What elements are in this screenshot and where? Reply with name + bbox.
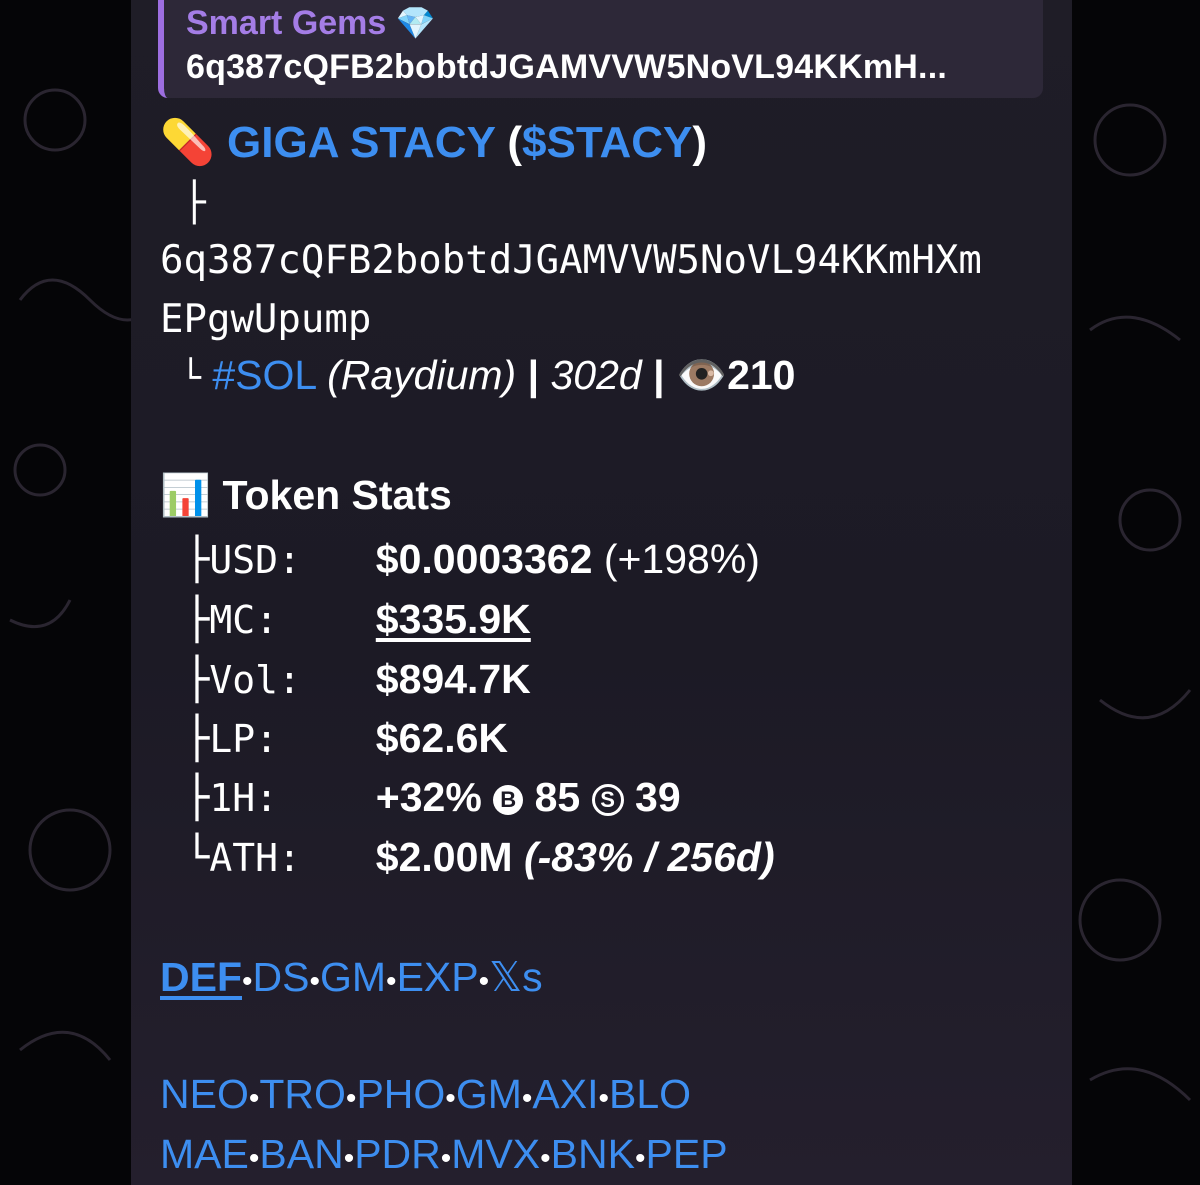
stat-label: ATH: bbox=[209, 836, 301, 880]
stat-value: $894.7K bbox=[375, 656, 531, 702]
tree-end: └ bbox=[160, 358, 201, 398]
stats-heading: 📊 Token Stats bbox=[160, 472, 452, 520]
stat-row-vol: ├Vol: $894.7K bbox=[160, 655, 531, 703]
views-count: 210 bbox=[727, 352, 796, 398]
link-gm2[interactable]: GM bbox=[456, 1071, 522, 1117]
token-title: 💊 GIGA STACY ($STACY) bbox=[160, 118, 708, 167]
mc-value-link[interactable]: $335.9K bbox=[376, 596, 531, 642]
stat-ath-change: (-83% / 256d) bbox=[523, 834, 775, 880]
chain-hashtag[interactable]: #SOL bbox=[212, 352, 315, 398]
link-axi[interactable]: AXI bbox=[532, 1071, 598, 1117]
tree-branch-icon: ├ bbox=[160, 535, 210, 583]
tree-branch: ├ bbox=[160, 180, 206, 224]
sells-count: 39 bbox=[635, 774, 681, 820]
token-address-line2[interactable]: EPgwUpump bbox=[160, 297, 371, 342]
buys-icon: B bbox=[493, 785, 524, 815]
primary-links: DEF•DS•GM•EXP•𝕏s bbox=[160, 954, 543, 1000]
stat-label: LP: bbox=[209, 717, 279, 761]
dex-name: (Raydium) bbox=[327, 352, 517, 398]
bar-chart-icon: 📊 bbox=[160, 472, 212, 518]
stat-row-1h: ├1H: +32% B 85 S 39 bbox=[160, 773, 681, 821]
quote-address: 6q387cQFB2bobtdJGAMVVW5NoVL94KKmH... bbox=[186, 48, 947, 86]
bot-links-row1: NEO•TRO•PHO•GM•AXI•BLO bbox=[160, 1071, 692, 1117]
link-mvx[interactable]: MVX bbox=[451, 1131, 540, 1177]
gem-icon: 💎 bbox=[395, 5, 436, 41]
stat-label: USD: bbox=[209, 538, 301, 582]
stat-value: $62.6K bbox=[375, 715, 508, 761]
link-bnk[interactable]: BNK bbox=[551, 1131, 635, 1177]
stat-label: MC: bbox=[209, 598, 279, 642]
stat-row-lp: ├LP: $62.6K bbox=[160, 714, 508, 762]
tree-branch-icon: ├ bbox=[160, 655, 210, 703]
stat-value: $0.0003362 bbox=[375, 536, 593, 582]
stat-row-ath: └ATH: $2.00M (-83% / 256d) bbox=[160, 833, 775, 881]
link-pdr[interactable]: PDR bbox=[354, 1131, 441, 1177]
link-x-search[interactable]: 𝕏s bbox=[489, 954, 543, 1000]
stat-change: (+198%) bbox=[603, 536, 760, 582]
reply-quote[interactable]: Smart Gems 💎 6q387cQFB2bobtdJGAMVVW5NoVL… bbox=[158, 0, 1043, 98]
link-pep[interactable]: PEP bbox=[646, 1131, 728, 1177]
quote-title-text: Smart Gems bbox=[186, 4, 387, 42]
message-bubble: Smart Gems 💎 6q387cQFB2bobtdJGAMVVW5NoVL… bbox=[131, 0, 1072, 1185]
tree-branch-icon: ├ bbox=[160, 595, 210, 643]
stats-heading-text: Token Stats bbox=[222, 472, 452, 518]
token-ticker-link[interactable]: $STACY bbox=[522, 118, 692, 167]
link-tro[interactable]: TRO bbox=[259, 1071, 346, 1117]
link-ban[interactable]: BAN bbox=[259, 1131, 343, 1177]
link-pho[interactable]: PHO bbox=[356, 1071, 445, 1117]
stat-value: +32% bbox=[375, 774, 482, 820]
stat-row-mc: ├MC: $335.9K bbox=[160, 595, 531, 643]
link-gm[interactable]: GM bbox=[320, 954, 386, 1000]
link-mae[interactable]: MAE bbox=[160, 1131, 249, 1177]
token-meta: └ #SOL (Raydium) | 302d | 👁️210 bbox=[160, 352, 796, 398]
pill-icon: 💊 bbox=[160, 118, 215, 167]
stat-label: 1H: bbox=[209, 776, 279, 820]
link-ds[interactable]: DS bbox=[253, 954, 310, 1000]
link-exp[interactable]: EXP bbox=[397, 954, 479, 1000]
token-age: 302d bbox=[550, 352, 642, 398]
stat-row-usd: ├USD: $0.0003362 (+198%) bbox=[160, 535, 760, 583]
tree-branch-icon: ├ bbox=[160, 714, 210, 762]
link-neo[interactable]: NEO bbox=[160, 1071, 249, 1117]
token-name-link[interactable]: GIGA STACY bbox=[227, 118, 495, 167]
stat-value: $2.00M bbox=[375, 834, 513, 880]
eye-icon: 👁️ bbox=[676, 352, 728, 398]
sells-icon: S bbox=[591, 784, 624, 816]
tree-end-icon: └ bbox=[160, 833, 210, 881]
link-blo[interactable]: BLO bbox=[609, 1071, 691, 1117]
tree-branch-icon: ├ bbox=[160, 773, 210, 821]
quote-title: Smart Gems 💎 bbox=[186, 4, 436, 43]
buys-count: 85 bbox=[534, 774, 581, 820]
stat-label: Vol: bbox=[209, 658, 301, 702]
link-def[interactable]: DEF bbox=[160, 954, 242, 1000]
token-address-line1[interactable]: 6q387cQFB2bobtdJGAMVVW5NoVL94KKmHXm bbox=[160, 238, 982, 283]
bot-links-row2: MAE•BAN•PDR•MVX•BNK•PEP bbox=[160, 1131, 728, 1177]
